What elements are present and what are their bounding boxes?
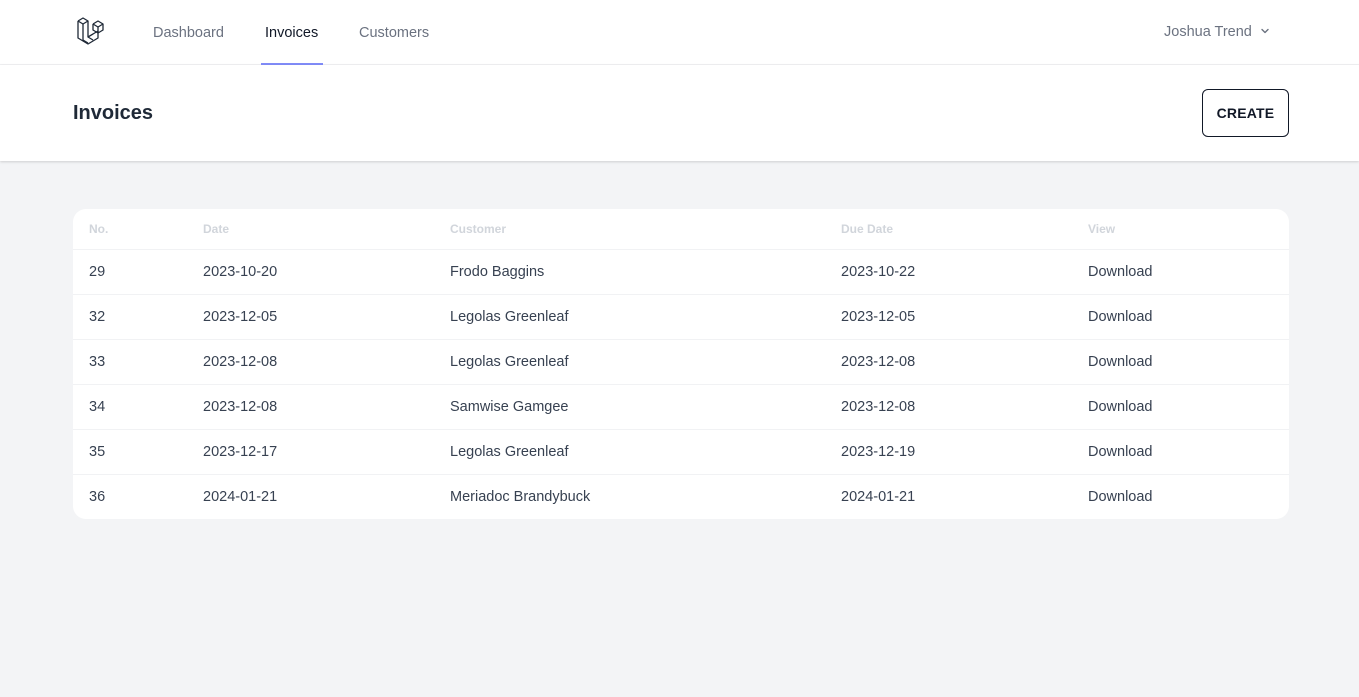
invoice-customer: Frodo Baggins	[450, 264, 545, 280]
chevron-down-icon	[1252, 24, 1270, 40]
column-header-due-date: Due Date	[841, 222, 894, 236]
download-link[interactable]: Download	[1088, 475, 1153, 519]
invoice-customer: Meriadoc Brandybuck	[450, 489, 591, 505]
invoice-number: 29	[89, 264, 106, 280]
laravel-logo-icon[interactable]	[76, 16, 109, 49]
invoice-date: 2023-12-17	[203, 444, 278, 460]
invoice-number: 32	[89, 309, 106, 325]
table-row: 35 2023-12-17 Legolas Greenleaf 2023-12-…	[73, 429, 1289, 474]
invoice-due-date: 2023-12-08	[841, 399, 916, 415]
invoice-number: 34	[89, 399, 106, 415]
invoice-number: 36	[89, 489, 106, 505]
user-name: Joshua Trend	[1164, 24, 1252, 40]
table-row: 29 2023-10-20 Frodo Baggins 2023-10-22 D…	[73, 249, 1289, 294]
invoices-table: No. Date Customer Due Date View 29 2023-…	[73, 209, 1289, 519]
column-header-date: Date	[203, 222, 230, 236]
download-link[interactable]: Download	[1088, 250, 1153, 294]
invoice-number: 35	[89, 444, 106, 460]
download-link[interactable]: Download	[1088, 385, 1153, 429]
page-title: Invoices	[73, 102, 154, 124]
create-invoice-button[interactable]: CREATE	[1202, 89, 1289, 137]
invoice-date: 2023-12-08	[203, 399, 278, 415]
invoice-due-date: 2023-12-19	[841, 444, 916, 460]
table-row: 32 2023-12-05 Legolas Greenleaf 2023-12-…	[73, 294, 1289, 339]
invoice-date: 2023-10-20	[203, 264, 278, 280]
page-header: Invoices CREATE	[0, 65, 1359, 161]
invoice-date: 2023-12-08	[203, 354, 278, 370]
invoice-due-date: 2023-12-05	[841, 309, 916, 325]
user-menu-dropdown[interactable]: Joshua Trend	[1164, 0, 1270, 65]
table-row: 36 2024-01-21 Meriadoc Brandybuck 2024-0…	[73, 474, 1289, 519]
table-header-row: No. Date Customer Due Date View	[73, 209, 1289, 249]
column-header-no: No.	[89, 222, 109, 236]
nav-link-dashboard[interactable]: Dashboard	[153, 0, 224, 65]
invoice-date: 2023-12-05	[203, 309, 278, 325]
invoice-customer: Legolas Greenleaf	[450, 309, 569, 325]
top-navigation: Dashboard Invoices Customers Joshua Tren…	[0, 0, 1359, 65]
invoice-customer: Legolas Greenleaf	[450, 354, 569, 370]
invoice-due-date: 2023-12-08	[841, 354, 916, 370]
invoice-customer: Legolas Greenleaf	[450, 444, 569, 460]
nav-link-invoices[interactable]: Invoices	[265, 0, 318, 65]
invoice-date: 2024-01-21	[203, 489, 278, 505]
table-row: 33 2023-12-08 Legolas Greenleaf 2023-12-…	[73, 339, 1289, 384]
invoice-due-date: 2023-10-22	[841, 264, 916, 280]
column-header-customer: Customer	[450, 222, 507, 236]
download-link[interactable]: Download	[1088, 340, 1153, 384]
table-row: 34 2023-12-08 Samwise Gamgee 2023-12-08 …	[73, 384, 1289, 429]
invoice-due-date: 2024-01-21	[841, 489, 916, 505]
invoice-customer: Samwise Gamgee	[450, 399, 569, 415]
download-link[interactable]: Download	[1088, 430, 1153, 474]
nav-link-customers[interactable]: Customers	[359, 0, 429, 65]
column-header-view: View	[1088, 222, 1116, 236]
download-link[interactable]: Download	[1088, 295, 1153, 339]
invoice-number: 33	[89, 354, 106, 370]
